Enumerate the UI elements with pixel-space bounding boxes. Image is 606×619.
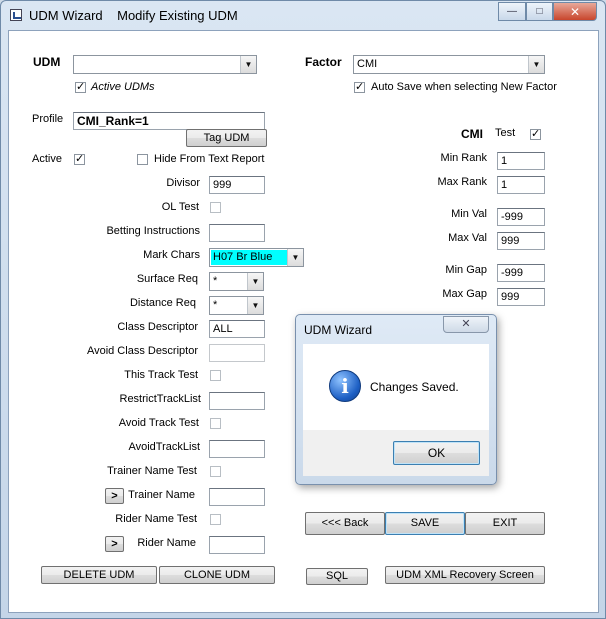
max-val-input[interactable]: 999	[497, 232, 545, 250]
auto-save-label: Auto Save when selecting New Factor	[371, 81, 557, 93]
avoid-track-list-input[interactable]	[209, 440, 265, 458]
auto-save-checkbox[interactable]: ✓	[354, 82, 365, 93]
rider-name-label: Rider Name	[137, 537, 196, 549]
clone-udm-button[interactable]: CLONE UDM	[159, 566, 275, 584]
dialog-message: Changes Saved.	[370, 380, 459, 394]
min-gap-label: Min Gap	[445, 264, 487, 276]
test-label: Test	[495, 127, 516, 139]
mark-chars-value: H07 Br Blue	[213, 251, 273, 263]
maximize-button[interactable]: □	[526, 2, 553, 21]
tag-udm-button[interactable]: Tag UDM	[186, 129, 267, 147]
ok-button[interactable]: OK	[393, 441, 480, 465]
mark-chars-dropdown[interactable]: H07 Br Blue ▼	[209, 248, 304, 267]
distance-req-dropdown[interactable]: * ▼	[209, 296, 264, 315]
trainer-name-input[interactable]	[209, 488, 265, 506]
surface-req-dropdown[interactable]: * ▼	[209, 272, 264, 291]
class-descriptor-label: Class Descriptor	[117, 321, 198, 333]
surface-req-label: Surface Req	[136, 273, 198, 285]
betting-instructions-input[interactable]	[209, 224, 265, 242]
avoid-track-test-label: Avoid Track Test	[118, 417, 199, 429]
active-udms-label: Active UDMs	[91, 81, 155, 93]
hide-from-text-report-checkbox[interactable]	[137, 154, 148, 165]
minimize-button[interactable]: —	[498, 2, 526, 21]
active-checkbox[interactable]: ✓	[74, 154, 85, 165]
dialog-body: i Changes Saved.	[303, 344, 489, 430]
chevron-down-icon: ▼	[247, 273, 263, 290]
chevron-down-icon: ▼	[287, 249, 303, 266]
dialog-close-button[interactable]: ✕	[443, 316, 489, 333]
dialog-footer: OK	[303, 430, 489, 476]
delete-udm-button[interactable]: DELETE UDM	[41, 566, 157, 584]
chevron-down-icon: ▼	[247, 297, 263, 314]
max-val-label: Max Val	[448, 232, 487, 244]
avoid-track-test-checkbox[interactable]	[210, 418, 221, 429]
max-rank-label: Max Rank	[437, 176, 487, 188]
avoid-class-descriptor-label: Avoid Class Descriptor	[86, 345, 198, 357]
min-rank-input[interactable]: 1	[497, 152, 545, 170]
ol-test-label: OL Test	[161, 201, 199, 213]
min-val-label: Min Val	[451, 208, 487, 220]
rider-name-input[interactable]	[209, 536, 265, 554]
exit-button[interactable]: EXIT	[465, 512, 545, 535]
hide-from-text-report-label: Hide From Text Report	[154, 153, 265, 165]
udm-wizard-window: UDM Wizard Modify Existing UDM — □ ✕ UDM…	[0, 0, 606, 619]
avoid-class-descriptor-input[interactable]	[209, 344, 265, 362]
this-track-test-checkbox[interactable]	[210, 370, 221, 381]
trainer-name-test-label: Trainer Name Test	[107, 465, 197, 477]
sql-button[interactable]: SQL	[306, 568, 368, 585]
distance-req-label: Distance Req	[129, 297, 196, 309]
max-gap-label: Max Gap	[442, 288, 487, 300]
avoid-track-list-label: AvoidTrackList	[128, 441, 200, 453]
dialog-title: UDM Wizard	[304, 323, 372, 337]
title-bar: UDM Wizard Modify Existing UDM — □ ✕	[1, 1, 605, 29]
factor-value: CMI	[357, 58, 378, 70]
ol-test-checkbox[interactable]	[210, 202, 221, 213]
cmi-label: CMI	[461, 127, 483, 141]
min-val-input[interactable]: -999	[497, 208, 545, 226]
udm-dropdown[interactable]: ▼	[73, 55, 257, 74]
udm-xml-recovery-button[interactable]: UDM XML Recovery Screen	[385, 566, 545, 584]
min-gap-input[interactable]: -999	[497, 264, 545, 282]
profile-label: Profile	[32, 113, 64, 125]
factor-label: Factor	[305, 55, 342, 69]
max-gap-input[interactable]: 999	[497, 288, 545, 306]
active-label: Active	[32, 153, 62, 165]
active-udms-checkbox[interactable]: ✓	[75, 82, 86, 93]
save-button[interactable]: SAVE	[385, 512, 465, 535]
close-button[interactable]: ✕	[553, 2, 597, 21]
back-button[interactable]: <<< Back	[305, 512, 385, 535]
chevron-down-icon: ▼	[528, 56, 544, 73]
max-rank-input[interactable]: 1	[497, 176, 545, 194]
test-checkbox[interactable]: ✓	[530, 129, 541, 140]
info-icon: i	[329, 370, 361, 402]
rider-name-test-label: Rider Name Test	[115, 513, 197, 525]
divisor-label: Divisor	[166, 177, 200, 189]
mark-chars-label: Mark Chars	[143, 249, 200, 261]
restrict-track-list-label: RestrictTrackList	[119, 393, 202, 405]
restrict-track-list-input[interactable]	[209, 392, 265, 410]
min-rank-label: Min Rank	[440, 152, 487, 164]
chevron-down-icon: ▼	[240, 56, 256, 73]
trainer-name-label: Trainer Name	[128, 489, 195, 501]
udm-label: UDM	[33, 55, 61, 69]
this-track-test-label: This Track Test	[124, 369, 198, 381]
factor-dropdown[interactable]: CMI ▼	[353, 55, 545, 74]
betting-instructions-label: Betting Instructions	[106, 225, 200, 237]
trainer-name-test-checkbox[interactable]	[210, 466, 221, 477]
changes-saved-dialog: UDM Wizard ✕ i Changes Saved. OK	[295, 314, 497, 485]
distance-req-value: *	[213, 299, 218, 311]
profile-input[interactable]: CMI_Rank=1	[73, 112, 265, 130]
surface-req-value: *	[213, 275, 218, 287]
class-descriptor-input[interactable]: ALL	[209, 320, 265, 338]
app-icon	[10, 9, 22, 21]
rider-name-test-checkbox[interactable]	[210, 514, 221, 525]
window-title: UDM Wizard Modify Existing UDM	[29, 8, 238, 23]
divisor-input[interactable]: 999	[209, 176, 265, 194]
